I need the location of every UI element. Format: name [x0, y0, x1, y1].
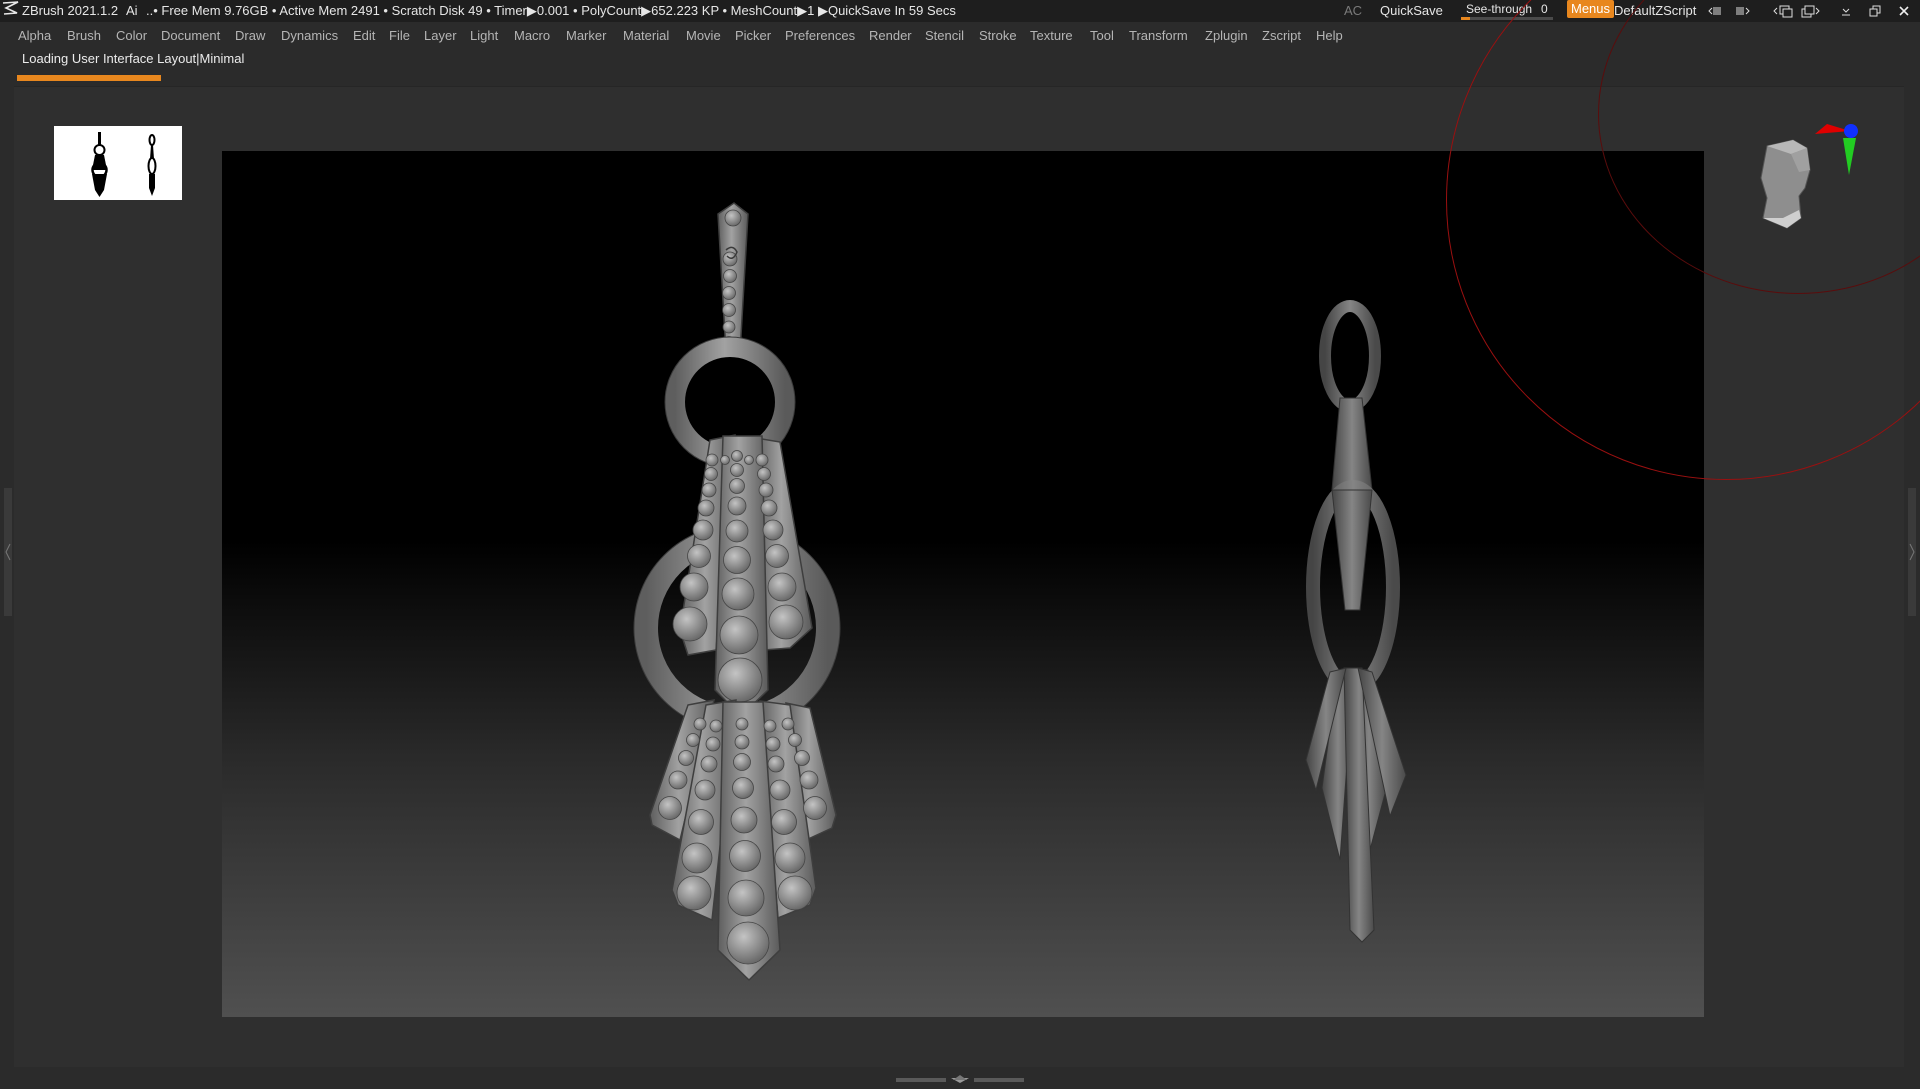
menu-marker[interactable]: Marker [566, 22, 606, 50]
menu-stencil[interactable]: Stencil [925, 22, 964, 50]
menu-document[interactable]: Document [161, 22, 220, 50]
notify-message: Loading User Interface Layout|Minimal [22, 51, 245, 66]
menus-toggle-button[interactable]: Menus [1567, 0, 1615, 18]
navigator-head [1760, 139, 1811, 229]
seethrough-track[interactable] [1461, 17, 1553, 20]
menu-movie[interactable]: Movie [686, 22, 721, 50]
menu-file[interactable]: File [389, 22, 410, 50]
menu-material[interactable]: Material [623, 22, 669, 50]
menu-layer[interactable]: Layer [424, 22, 457, 50]
menu-tool[interactable]: Tool [1090, 22, 1114, 50]
menu-stroke[interactable]: Stroke [979, 22, 1017, 50]
menu-light[interactable]: Light [470, 22, 498, 50]
menu-color[interactable]: Color [116, 22, 147, 50]
menu-macro[interactable]: Macro [514, 22, 550, 50]
earring-model-side [1305, 300, 1407, 943]
head-navigator-icon[interactable] [1755, 118, 1875, 253]
document-canvas[interactable] [222, 151, 1704, 1017]
navigator-axes [1815, 124, 1858, 175]
ac-button[interactable]: AC [1344, 0, 1362, 22]
thumbnail-earring-side [147, 134, 157, 196]
y-axis-arrow [1843, 138, 1856, 175]
seethrough-fill [1461, 17, 1471, 20]
app-title: ZBrush 2021.1.2 [22, 3, 119, 18]
earring-model-front [633, 202, 841, 982]
layout-prev-icon[interactable] [1707, 3, 1723, 19]
menu-edit[interactable]: Edit [353, 22, 375, 50]
menu-picker[interactable]: Picker [735, 22, 771, 50]
ai-button[interactable]: Ai [126, 0, 138, 22]
menu-draw[interactable]: Draw [235, 22, 265, 50]
menu-zscript[interactable]: Zscript [1262, 22, 1301, 50]
menu-bar: Alpha Brush Color Document Draw Dynamics Edit F… [0, 22, 1920, 52]
thumbnail-view[interactable] [54, 126, 182, 200]
close-icon[interactable] [1896, 3, 1912, 19]
minimize-icon[interactable] [1838, 3, 1854, 19]
zbrush-logo-icon [2, 0, 20, 16]
layout-next-icon[interactable] [1735, 3, 1751, 19]
swap-panel-right-icon[interactable] [1801, 3, 1820, 19]
memory-status: ..• Free Mem 9.76GB • Active Mem 2491 • … [146, 3, 956, 18]
title-bar: ZBrush 2021.1.2 Ai ..• Free Mem 9.76GB •… [0, 0, 1920, 22]
menu-preferences[interactable]: Preferences [785, 22, 855, 50]
menu-alpha[interactable]: Alpha [18, 22, 51, 50]
loading-progress-bar [17, 75, 161, 81]
bottom-tray-handle[interactable] [896, 1071, 1024, 1083]
loading-progress-fill [17, 75, 161, 81]
quicksave-button[interactable]: QuickSave [1380, 0, 1443, 22]
menu-help[interactable]: Help [1316, 22, 1343, 50]
left-tray-handle[interactable] [4, 488, 12, 616]
menu-texture[interactable]: Texture [1030, 22, 1073, 50]
swap-panel-left-icon[interactable] [1773, 3, 1793, 19]
menu-dynamics[interactable]: Dynamics [281, 22, 338, 50]
right-tray-handle[interactable] [1908, 488, 1916, 616]
menu-transform[interactable]: Transform [1129, 22, 1188, 50]
menu-brush[interactable]: Brush [67, 22, 101, 50]
restore-icon[interactable] [1867, 3, 1883, 19]
z-axis-dot [1844, 124, 1858, 138]
default-zscript-button[interactable]: DefaultZScript [1614, 0, 1696, 22]
thumbnail-earring-front [91, 132, 108, 197]
menu-zplugin[interactable]: Zplugin [1205, 22, 1248, 50]
menu-render[interactable]: Render [869, 22, 912, 50]
